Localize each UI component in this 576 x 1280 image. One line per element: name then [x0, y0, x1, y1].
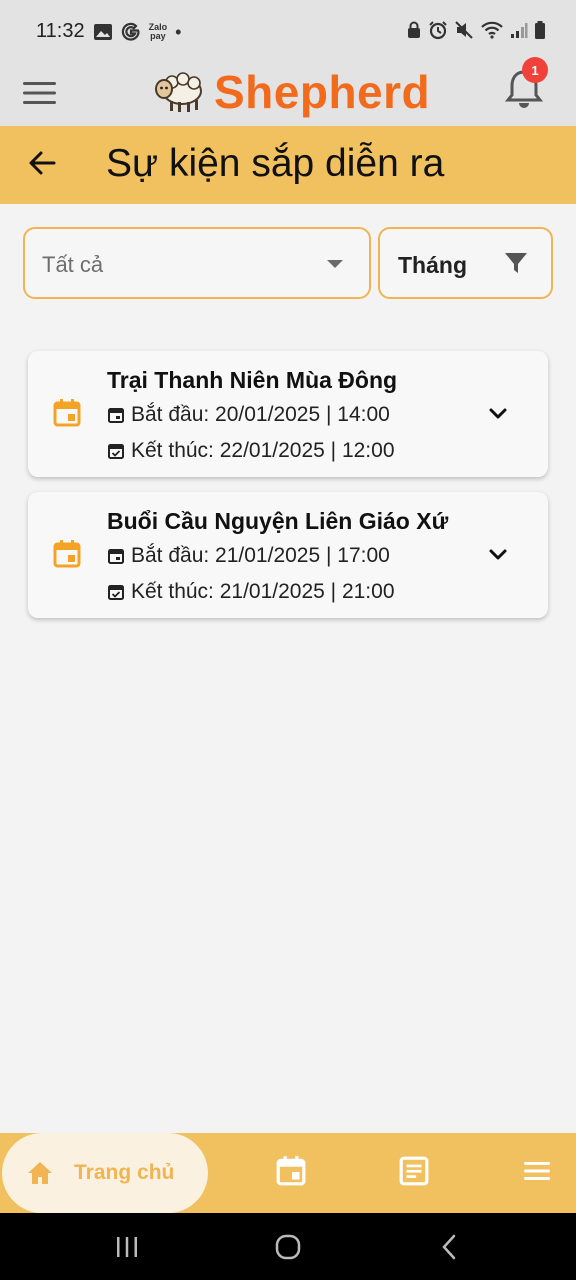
lock-icon: [408, 21, 420, 38]
sheep-logo: [155, 72, 202, 112]
event-end: Kết thúc: 21/01/2025 | 21:00: [107, 580, 395, 604]
home-system-button[interactable]: [271, 1230, 305, 1264]
home-icon: [28, 1162, 52, 1184]
signal-icon: [511, 23, 528, 38]
event-start-icon: [108, 549, 124, 564]
bottom-nav: Trang chủ: [0, 1133, 576, 1213]
status-time: 11:32: [36, 20, 85, 42]
wifi-icon: [481, 21, 503, 39]
event-start-text: Bắt đầu: 20/01/2025 | 14:00: [131, 403, 390, 426]
notification-badge: 1: [522, 57, 548, 83]
mute-icon: [455, 21, 473, 39]
status-dot: •: [175, 21, 182, 42]
chevron-down-icon: [489, 549, 507, 560]
event-start: Bắt đầu: 20/01/2025 | 14:00: [107, 403, 390, 427]
recents-icon: [117, 1237, 137, 1257]
chevron-left-icon: [442, 1234, 456, 1260]
hamburger-icon: [524, 1162, 550, 1180]
event-end-text: Kết thúc: 21/01/2025 | 21:00: [131, 580, 395, 603]
nav-calendar[interactable]: [274, 1155, 308, 1189]
recents-button[interactable]: [110, 1230, 144, 1264]
gallery-icon: [93, 23, 112, 40]
dropdown-caret-icon: [327, 260, 343, 268]
status-bar: 11:32 Zalo pay •: [0, 0, 576, 60]
calendar-icon: [53, 540, 81, 568]
event-start-text: Bắt đầu: 21/01/2025 | 17:00: [131, 544, 390, 567]
filter-funnel-icon: [505, 253, 527, 273]
back-button[interactable]: [24, 146, 60, 182]
menu-icon: [23, 82, 56, 104]
calendar-icon: [53, 399, 81, 427]
event-start: Bắt đầu: 21/01/2025 | 17:00: [107, 544, 390, 568]
article-icon: [399, 1156, 429, 1186]
event-end: Kết thúc: 22/01/2025 | 12:00: [107, 439, 395, 463]
category-dropdown[interactable]: Tất cả: [23, 227, 371, 299]
google-icon: [121, 22, 140, 41]
zalopay-icon: Zalo pay: [148, 21, 168, 41]
nav-home-label: Trang chủ: [74, 1161, 175, 1184]
event-card[interactable]: Buổi Cầu Nguyện Liên Giáo Xứ Bắt đầu: 21…: [28, 492, 548, 618]
event-title: Trại Thanh Niên Mùa Đông: [107, 367, 398, 393]
category-dropdown-value: Tất cả: [42, 252, 104, 277]
alarm-icon: [429, 21, 447, 40]
nav-home[interactable]: Trang chủ: [2, 1133, 208, 1213]
page-title: Sự kiện sắp diễn ra: [106, 142, 445, 185]
nav-more[interactable]: [520, 1155, 554, 1189]
event-end-text: Kết thúc: 22/01/2025 | 12:00: [131, 439, 395, 462]
arrow-back-icon: [29, 151, 56, 174]
back-system-button[interactable]: [433, 1230, 467, 1264]
title-bar: Sự kiện sắp diễn ra: [0, 126, 576, 204]
period-filter-button[interactable]: Tháng: [378, 227, 553, 299]
app-bar: Shepherd 1: [0, 57, 576, 126]
app-logo: Shepherd: [152, 62, 430, 122]
event-end-icon: [108, 444, 124, 459]
event-title: Buổi Cầu Nguyện Liên Giáo Xứ: [107, 508, 449, 534]
menu-button[interactable]: [22, 75, 58, 111]
period-filter-label: Tháng: [398, 252, 467, 278]
expand-button[interactable]: [482, 398, 514, 430]
home-circle-icon: [275, 1234, 301, 1260]
event-end-icon: [108, 585, 124, 600]
calendar-icon: [276, 1156, 306, 1186]
chevron-down-icon: [489, 408, 507, 419]
event-card[interactable]: Trại Thanh Niên Mùa Đông Bắt đầu: 20/01/…: [28, 351, 548, 477]
battery-icon: [535, 21, 545, 39]
nav-articles[interactable]: [397, 1155, 431, 1189]
app-logo-text: Shepherd: [214, 66, 431, 118]
event-start-icon: [108, 408, 124, 423]
system-nav-bar: [0, 1213, 576, 1280]
expand-button[interactable]: [482, 539, 514, 571]
